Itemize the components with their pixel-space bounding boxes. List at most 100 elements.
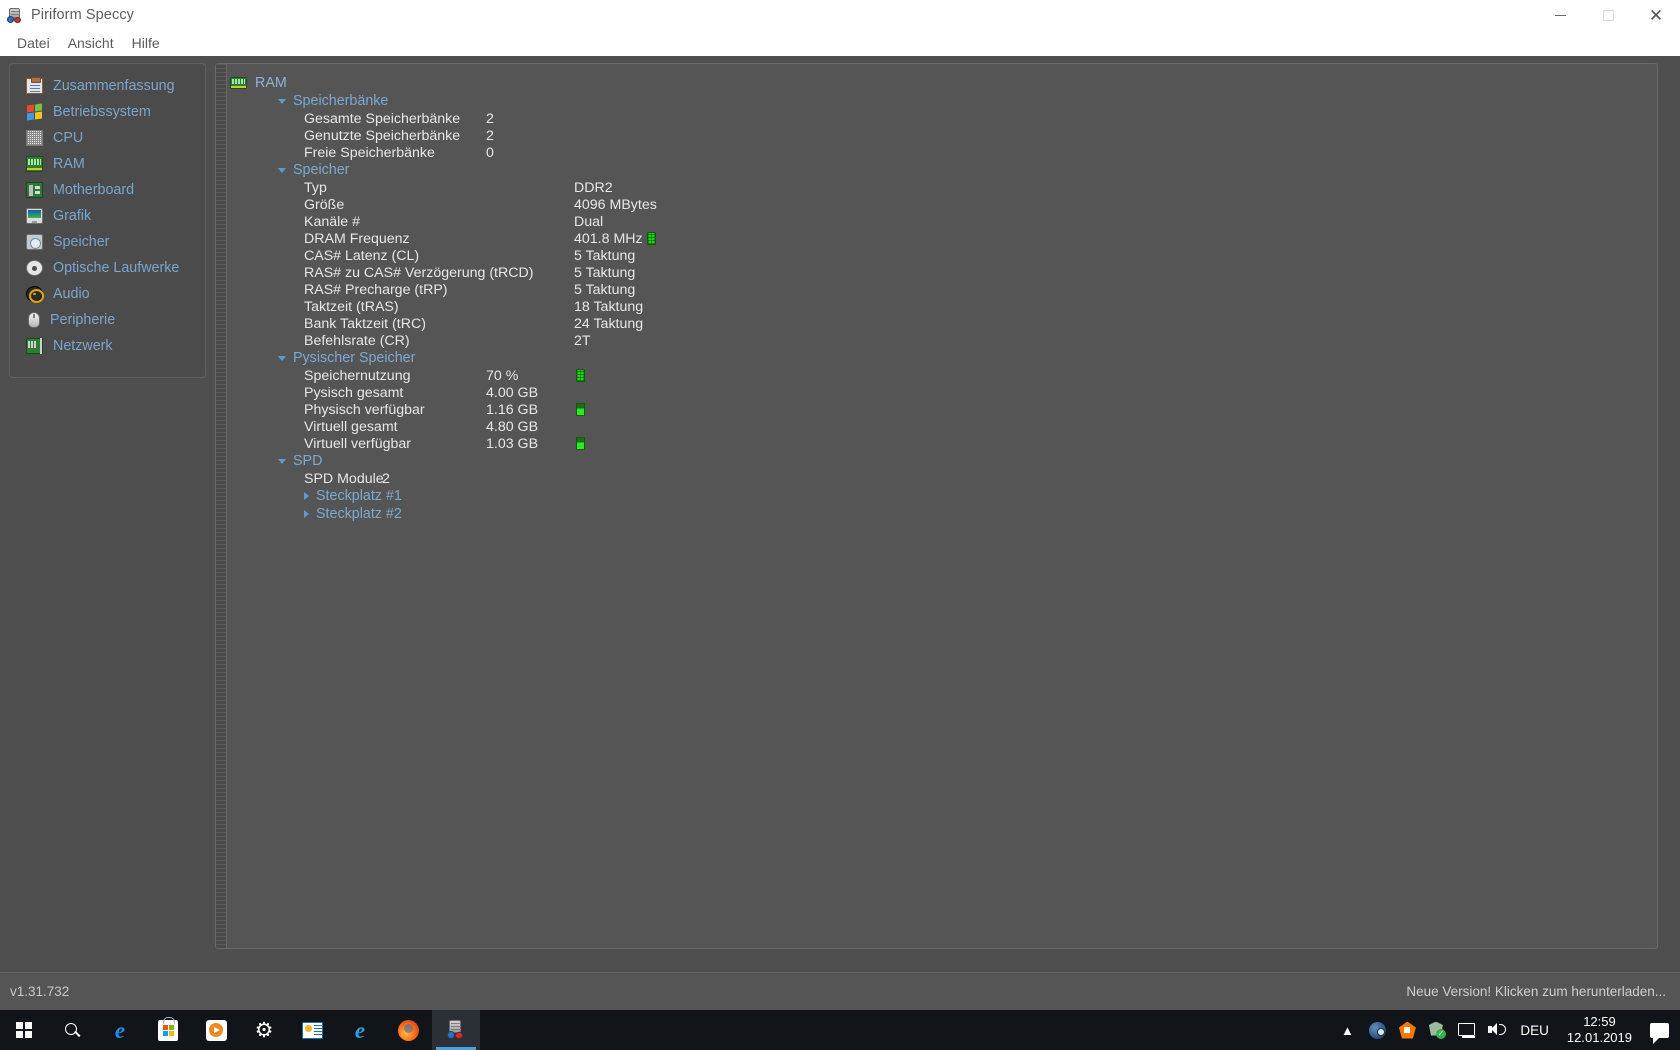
row-key: DRAM Frequenz — [304, 230, 410, 247]
row-value: 2 — [486, 127, 494, 144]
row-value: 18 Taktung — [574, 298, 644, 315]
internet-explorer-button[interactable]: e — [336, 1010, 384, 1050]
minimize-button[interactable] — [1536, 0, 1584, 30]
clock-time: 12:59 — [1583, 1014, 1616, 1029]
action-center-button[interactable] — [1642, 1010, 1676, 1050]
row-value: 5 Taktung — [574, 247, 636, 264]
version-label: v1.31.732 — [10, 984, 70, 999]
media-player-icon — [205, 1019, 227, 1041]
sidebar-item-betriebssystem[interactable]: Betriebssystem — [10, 99, 205, 125]
row-key: CAS# Latenz (CL) — [304, 247, 420, 264]
sidebar-item-ram[interactable]: RAM — [10, 151, 205, 177]
table-row: Taktzeit (tRAS) 18 Taktung — [222, 298, 1657, 315]
avast-icon — [1398, 1021, 1416, 1039]
menu-item-hilfe[interactable]: Hilfe — [123, 33, 169, 53]
menu-item-datei[interactable]: Datei — [8, 33, 59, 53]
sidebar-item-label: RAM — [53, 156, 85, 172]
group-header-speicherbaenke[interactable]: Speicherbänke — [222, 92, 1657, 110]
row-value: DDR2 — [574, 179, 613, 196]
sidebar-item-label: Netzwerk — [53, 338, 113, 354]
update-notice-link[interactable]: Neue Version! Klicken zum herunterladen.… — [1406, 984, 1666, 999]
store-button[interactable] — [144, 1010, 192, 1050]
tree-root-ram[interactable]: RAM — [222, 73, 1657, 92]
search-icon — [64, 1022, 81, 1039]
table-row: RAS# zu CAS# Verzögerung (tRCD) 5 Taktun… — [222, 264, 1657, 281]
chevron-down-icon — [278, 458, 286, 464]
avast-tray-button[interactable] — [1392, 1010, 1422, 1050]
tray-expand-button[interactable]: ▲ — [1332, 1010, 1362, 1050]
group-label: Steckplatz #2 — [316, 506, 402, 522]
security-tray-button[interactable]: ✓ — [1422, 1010, 1452, 1050]
sidebar-item-grafik[interactable]: Grafik — [10, 203, 205, 229]
edge-icon: e — [114, 1017, 126, 1043]
sidebar-item-peripherie[interactable]: Peripherie — [10, 307, 205, 333]
sidebar-item-label: Betriebssystem — [53, 104, 151, 120]
network-tray-button[interactable] — [1452, 1010, 1482, 1050]
firefox-icon — [397, 1019, 419, 1041]
search-button[interactable] — [48, 1010, 96, 1050]
row-value: 24 Taktung — [574, 315, 644, 332]
table-row: Kanäle # Dual — [222, 213, 1657, 230]
sidebar-item-motherboard[interactable]: Motherboard — [10, 177, 205, 203]
maximize-icon — [1602, 9, 1614, 21]
news-button[interactable] — [288, 1010, 336, 1050]
group-header-steckplatz-1[interactable]: Steckplatz #1 — [222, 487, 1657, 505]
row-key: Größe — [304, 196, 345, 213]
menu-item-ansicht[interactable]: Ansicht — [59, 33, 123, 53]
row-key: Befehlsrate (CR) — [304, 332, 410, 349]
sidebar-item-audio[interactable]: Audio — [10, 281, 205, 307]
chevron-up-icon: ▲ — [1340, 1022, 1354, 1038]
shield-check-icon: ✓ — [1428, 1021, 1446, 1039]
table-row: Virtuell verfügbar 1.03 GB — [222, 435, 1657, 452]
ram-detail-tree: RAM Speicherbänke Gesamte Speicherbänke … — [216, 64, 1657, 523]
sidebar-item-cpu[interactable]: CPU — [10, 125, 205, 151]
minimize-icon — [1554, 14, 1566, 16]
sidebar-item-label: Optische Laufwerke — [53, 260, 180, 276]
clock-date: 12.01.2019 — [1566, 1030, 1632, 1045]
row-value: 1.16 GB — [486, 401, 539, 418]
clock[interactable]: 12:59 12.01.2019 — [1557, 1014, 1642, 1046]
taskbar: e ⚙ e ▲ ✓ DEU 12:59 12.01.2019 — [0, 1010, 1680, 1050]
chevron-right-icon — [304, 492, 309, 500]
table-row: SPD Module 2 — [222, 470, 1657, 487]
row-key: Virtuell verfügbar — [304, 435, 411, 452]
group-header-speicher[interactable]: Speicher — [222, 161, 1657, 179]
sidebar-item-label: Motherboard — [53, 182, 135, 198]
close-button[interactable]: ✕ — [1632, 0, 1680, 30]
table-row: RAS# Precharge (tRP) 5 Taktung — [222, 281, 1657, 298]
speaker-icon — [26, 286, 44, 303]
gear-icon: ⚙ — [254, 1018, 274, 1042]
sidebar-item-zusammenfassung[interactable]: Zusammenfassung — [10, 73, 205, 99]
sidebar-item-label: Audio — [53, 286, 90, 302]
settings-button[interactable]: ⚙ — [240, 1010, 288, 1050]
group-header-steckplatz-2[interactable]: Steckplatz #2 — [222, 505, 1657, 523]
menu-bar: Datei Ansicht Hilfe — [0, 30, 1680, 56]
start-button[interactable] — [0, 1010, 48, 1050]
row-value: Dual — [574, 213, 604, 230]
row-value: 4.80 GB — [486, 418, 539, 435]
memory-module-icon — [230, 76, 247, 89]
speccy-taskbar-button[interactable] — [432, 1010, 480, 1050]
group-label: Speicher — [293, 162, 350, 178]
media-player-button[interactable] — [192, 1010, 240, 1050]
sidebar-item-optische-laufwerke[interactable]: Optische Laufwerke — [10, 255, 205, 281]
group-label: Pysischer Speicher — [293, 350, 416, 366]
edge-button[interactable]: e — [96, 1010, 144, 1050]
network-card-icon — [26, 338, 43, 354]
firefox-button[interactable] — [384, 1010, 432, 1050]
title-bar: Piriform Speccy ✕ — [0, 0, 1680, 30]
cpu-chip-icon — [26, 130, 43, 146]
sidebar-item-label: Grafik — [53, 208, 92, 224]
group-header-pysischer-speicher[interactable]: Pysischer Speicher — [222, 349, 1657, 367]
steam-tray-button[interactable] — [1362, 1010, 1392, 1050]
clipboard-icon — [26, 77, 43, 94]
motherboard-icon — [26, 182, 43, 198]
row-value: 5 Taktung — [574, 264, 636, 281]
volume-tray-button[interactable] — [1482, 1010, 1512, 1050]
language-indicator[interactable]: DEU — [1512, 1023, 1557, 1038]
group-header-spd[interactable]: SPD — [222, 452, 1657, 470]
sidebar-item-speicher[interactable]: Speicher — [10, 229, 205, 255]
maximize-button[interactable] — [1584, 0, 1632, 30]
sidebar-item-netzwerk[interactable]: Netzwerk — [10, 333, 205, 359]
row-key: Taktzeit (tRAS) — [304, 298, 399, 315]
